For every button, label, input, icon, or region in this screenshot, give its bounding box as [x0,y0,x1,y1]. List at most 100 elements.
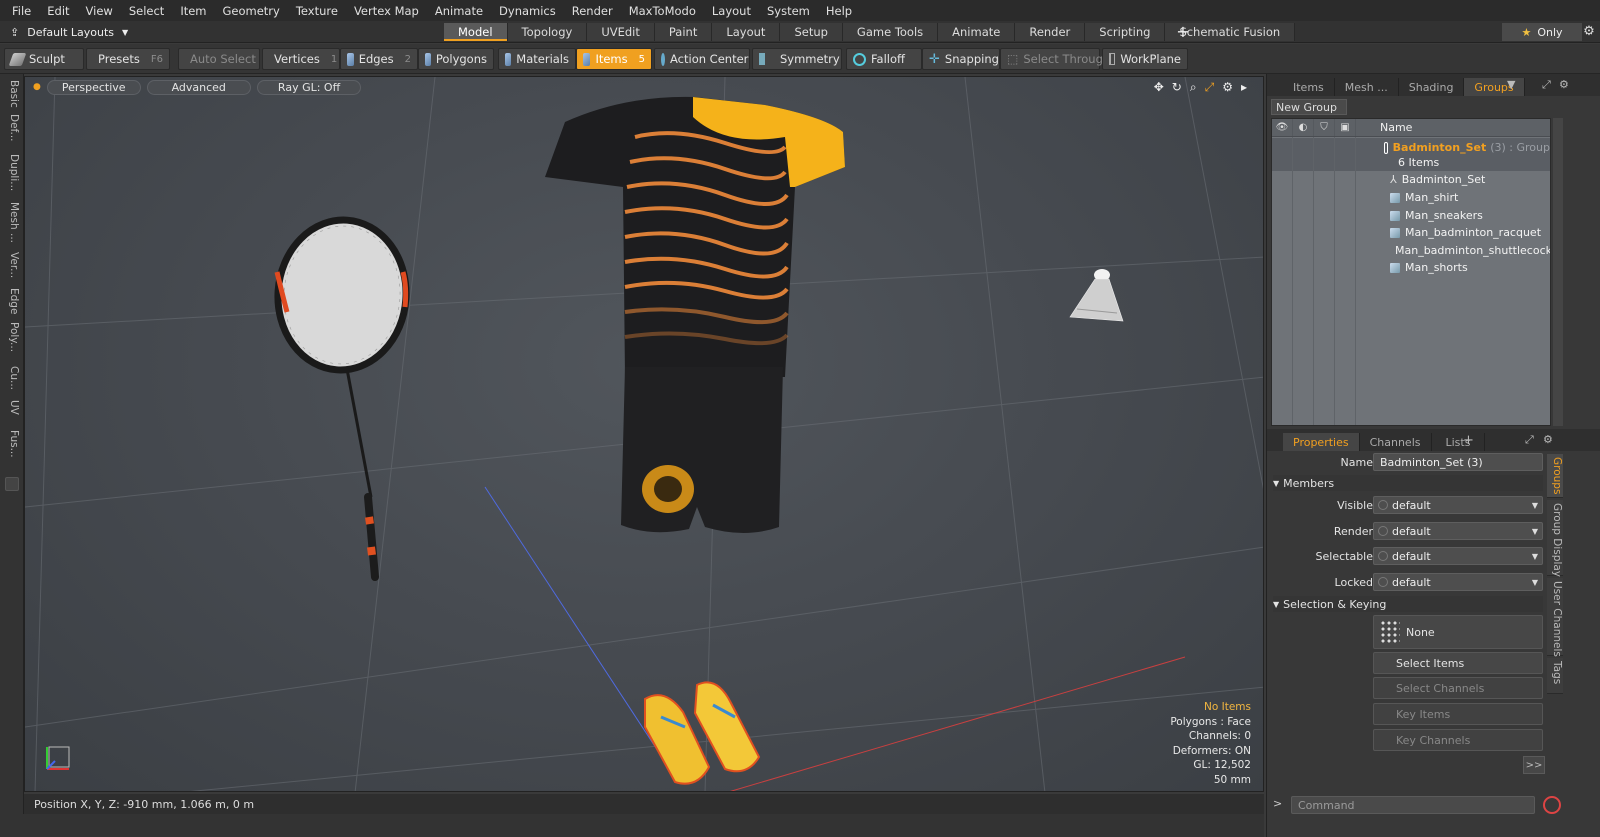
name-field[interactable]: Badminton_Set (3) [1373,453,1543,471]
view-type-button[interactable]: Perspective [46,79,141,95]
auto-select-button[interactable]: Auto Select [178,48,260,70]
selectable-select[interactable]: default [1373,547,1543,565]
symmetry-button[interactable]: Symmetry [752,48,842,70]
select-lock-icon[interactable]: ⛉ [1314,119,1335,136]
tabs-dropdown-icon[interactable]: ▼ [1507,78,1515,91]
tree-item-man-badminton-racquet[interactable]: Man_badminton_racquet [1368,224,1550,241]
side-tab-group-display[interactable]: Group Display [1547,500,1563,577]
tab-model[interactable]: Model [444,23,508,41]
3d-viewport[interactable]: ● Perspective Advanced Ray GL: Off ✥ ↻ ⌕… [24,76,1264,792]
man-shorts[interactable] [621,367,783,533]
props-gear-icon[interactable]: ⚙ [1543,433,1553,446]
menu-file[interactable]: File [6,4,41,18]
menu-render[interactable]: Render [566,4,623,18]
expand-panel-button[interactable] [5,477,19,491]
gear-icon[interactable]: ⚙ [1580,23,1598,41]
menu-help[interactable]: Help [820,4,862,18]
badminton-shuttlecock[interactable] [1069,269,1124,322]
badminton-racquet[interactable] [273,216,411,581]
tab-lists[interactable]: Lists [1432,433,1486,451]
tab-setup[interactable]: Setup [780,23,843,41]
rotate-icon[interactable]: ↻ [1172,80,1182,95]
viewport-gear-icon[interactable]: ⚙ [1222,80,1233,95]
menu-layout[interactable]: Layout [706,4,761,18]
viewport-expand-icon[interactable]: ▸ [1241,80,1247,95]
tab-game-tools[interactable]: Game Tools [842,23,939,41]
snapping-button[interactable]: ✛ Snapping [922,48,1000,70]
members-section[interactable]: ▼ Members [1273,475,1543,491]
menu-vertex-map[interactable]: Vertex Map [348,4,429,18]
sculpt-button[interactable]: Sculpt [4,48,84,70]
advanced-button[interactable]: Advanced [146,79,251,95]
left-tab-vertex[interactable]: Ver... [4,252,20,282]
more-button[interactable]: >> [1523,756,1545,774]
pan-icon[interactable]: ✥ [1154,80,1164,95]
layout-selector[interactable]: ⇪ Default Layouts ▼ [10,21,128,43]
tree-item-man-badminton-shuttlecock[interactable]: Man_badminton_shuttlecock [1368,242,1550,259]
menu-dynamics[interactable]: Dynamics [493,4,566,18]
side-tab-user-channels[interactable]: User Channels [1547,578,1563,657]
left-tab-edge[interactable]: Edge [4,288,20,318]
select-through-button[interactable]: ⬚ Select Through [1000,48,1110,70]
tab-properties[interactable]: Properties [1283,433,1360,451]
tab-paint[interactable]: Paint [654,23,713,41]
menu-animate[interactable]: Animate [429,4,493,18]
select-items-button[interactable]: Select Items [1373,652,1543,674]
tab-mesh[interactable]: Mesh ... [1335,78,1399,96]
key-channels-button[interactable]: Key Channels [1373,729,1543,751]
menu-edit[interactable]: Edit [41,4,79,18]
add-tab-icon[interactable]: + [1463,433,1474,448]
none-button[interactable]: None [1373,615,1543,649]
fit-icon[interactable]: ⤢ [1205,80,1215,95]
visibility-eye-icon[interactable]: 👁 [1272,119,1293,136]
add-tab-icon[interactable]: + [1174,23,1192,41]
tab-layout[interactable]: Layout [712,23,781,41]
visible-select[interactable]: default [1373,496,1543,514]
menu-view[interactable]: View [80,4,123,18]
key-items-button[interactable]: Key Items [1373,703,1543,725]
menu-item[interactable]: Item [174,4,216,18]
items-button[interactable]: Items 5 [576,48,652,70]
select-channels-button[interactable]: Select Channels [1373,677,1543,699]
props-maximize-icon[interactable]: ⤢ [1525,433,1534,447]
groups-scrollbar[interactable] [1553,118,1563,426]
panel-maximize-icon[interactable]: ⤢ [1542,78,1551,92]
only-button[interactable]: ★ Only [1502,23,1582,41]
menu-texture[interactable]: Texture [290,4,348,18]
man-sneakers[interactable] [644,681,761,785]
panel-gear-icon[interactable]: ⚙ [1559,78,1569,91]
edges-button[interactable]: Edges 2 [340,48,418,70]
render-icon[interactable]: ◐ [1293,119,1314,136]
tab-items[interactable]: Items [1283,78,1335,96]
left-tab-curve[interactable]: Cu... [4,366,20,396]
tab-groups[interactable]: Groups [1464,78,1525,96]
tab-render[interactable]: Render [1015,23,1086,41]
materials-button[interactable]: Materials [498,48,576,70]
new-group-button[interactable]: New Group [1271,99,1347,115]
raygl-button[interactable]: Ray GL: Off [256,79,362,95]
render-select[interactable]: default [1373,522,1543,540]
lock-icon[interactable]: ▣ [1335,119,1356,136]
tree-item-man-shirt[interactable]: Man_shirt [1368,189,1550,206]
selection-keying-section[interactable]: ▼ Selection & Keying [1273,596,1543,612]
command-input[interactable]: Command [1291,796,1535,814]
viewport-menu-icon[interactable]: ● [33,82,41,92]
tab-animate[interactable]: Animate [938,23,1016,41]
side-tab-tags[interactable]: Tags [1547,658,1563,694]
vertices-button[interactable]: Vertices 1 [262,48,340,70]
left-tab-duplicate[interactable]: Dupli... [4,154,20,196]
left-tab-uv[interactable]: UV [4,400,20,424]
left-tab-deform[interactable]: Def... [4,114,20,144]
tree-item-badminton-set[interactable]: ⅄ Badminton_Set [1368,171,1550,188]
left-tab-basic[interactable]: Basic [4,80,20,110]
workplane-button[interactable]: WorkPlane [1102,48,1188,70]
polygons-button[interactable]: Polygons [418,48,494,70]
tab-uvedit[interactable]: UVEdit [587,23,655,41]
tree-item-man-sneakers[interactable]: Man_sneakers [1368,207,1550,224]
left-tab-fusion[interactable]: Fus... [4,430,20,466]
tab-shading[interactable]: Shading [1399,78,1465,96]
tab-scripting[interactable]: Scripting [1085,23,1166,41]
tab-channels[interactable]: Channels [1360,433,1432,451]
side-tab-groups[interactable]: Groups [1547,454,1563,498]
menu-system[interactable]: System [761,4,820,18]
